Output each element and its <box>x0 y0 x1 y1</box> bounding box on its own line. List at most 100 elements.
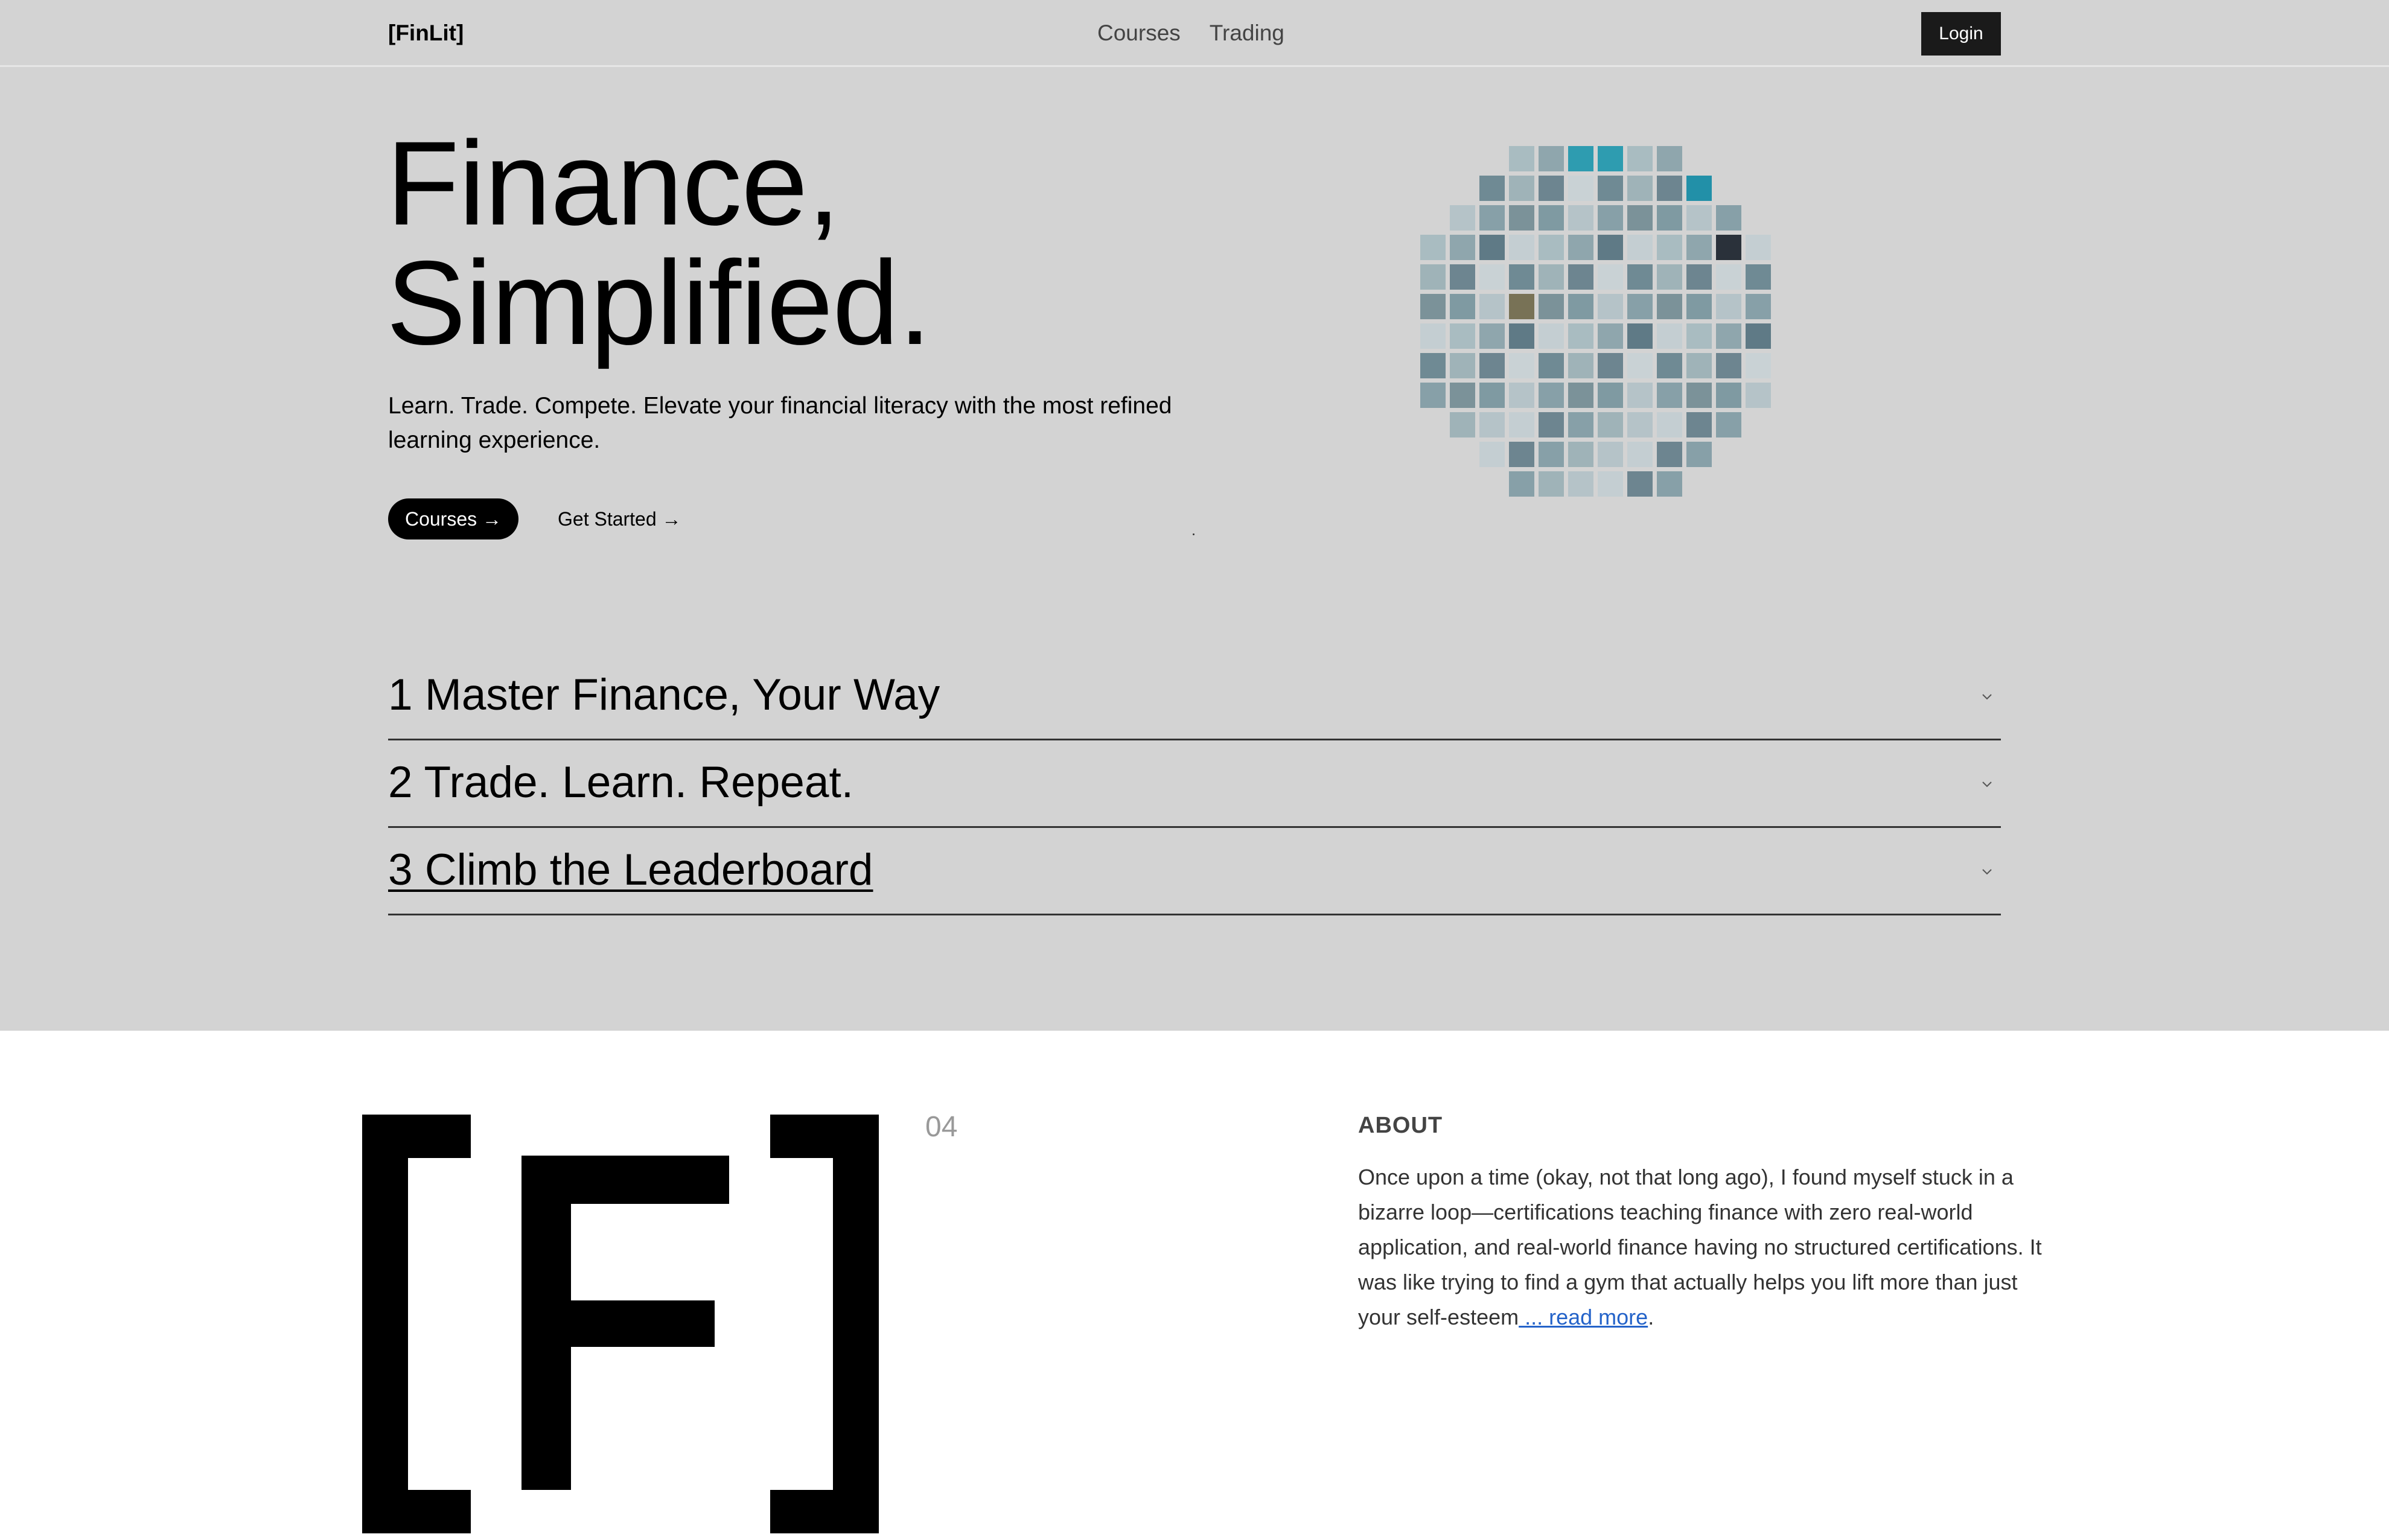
chevron-down-icon <box>1982 694 1992 700</box>
about-heading: ABOUT <box>1358 1113 1443 1138</box>
accordion-item-leaderboard[interactable]: 3 Climb the Leaderboard <box>388 830 2001 915</box>
globe-pixel <box>1598 442 1623 467</box>
globe-pixel <box>1746 264 1771 290</box>
globe-pixel <box>1598 323 1623 349</box>
read-more-link[interactable]: ... read more <box>1519 1305 1648 1329</box>
globe-pixel <box>1657 205 1682 231</box>
globe-pixel <box>1627 294 1653 319</box>
globe-pixel <box>1450 235 1475 260</box>
globe-pixel <box>1420 383 1446 408</box>
globe-pixel <box>1450 353 1475 378</box>
globe-pixel <box>1568 412 1593 438</box>
globe-pixel <box>1686 323 1712 349</box>
chevron-down-icon <box>1982 781 1992 788</box>
decorative-dot <box>1193 533 1194 535</box>
globe-pixel <box>1598 146 1623 171</box>
brand-logo[interactable]: [FinLit] <box>388 21 464 46</box>
accordion-item-trade-learn[interactable]: 2 Trade. Learn. Repeat. <box>388 742 2001 828</box>
hero-section: [FinLit] Courses Trading Login Finance, … <box>0 0 2389 1031</box>
accordion-item-master-finance[interactable]: 1 Master Finance, Your Way <box>388 655 2001 740</box>
globe-pixel <box>1450 323 1475 349</box>
globe-pixel <box>1716 412 1741 438</box>
globe-pixel <box>1686 353 1712 378</box>
globe-pixel <box>1539 235 1564 260</box>
letter-f-shape <box>521 1156 729 1490</box>
globe-pixel <box>1420 264 1446 290</box>
left-bracket-shape <box>362 1115 471 1533</box>
globe-pixel <box>1627 146 1653 171</box>
globe-pixel <box>1627 412 1653 438</box>
globe-pixel <box>1479 323 1505 349</box>
globe-pixel <box>1686 412 1712 438</box>
about-body: Once upon a time (okay, not that long ag… <box>1358 1165 2042 1329</box>
hero-title: Finance, Simplified. <box>386 124 1231 363</box>
globe-pixel <box>1716 294 1741 319</box>
globe-pixel <box>1479 264 1505 290</box>
hero-title-line-2: Simplified. <box>386 236 931 369</box>
accordion-item-label: 1 Master Finance, Your Way <box>388 670 940 719</box>
nav-courses[interactable]: Courses <box>1097 21 1181 46</box>
globe-pixel <box>1568 264 1593 290</box>
globe-pixel <box>1420 353 1446 378</box>
globe-pixel <box>1479 412 1505 438</box>
section-number: 04 <box>925 1111 958 1143</box>
globe-pixel <box>1716 353 1741 378</box>
globe-pixel <box>1657 323 1682 349</box>
globe-pixel <box>1509 176 1534 201</box>
globe-pixel <box>1479 442 1505 467</box>
globe-pixel <box>1420 235 1446 260</box>
globe-pixel <box>1479 176 1505 201</box>
globe-pixel <box>1568 235 1593 260</box>
right-bracket-shape <box>770 1115 879 1533</box>
pixel-globe-graphic <box>1420 146 1776 502</box>
globe-pixel <box>1598 176 1623 201</box>
globe-pixel <box>1716 264 1741 290</box>
globe-pixel <box>1716 383 1741 408</box>
globe-pixel <box>1509 412 1534 438</box>
nav-trading[interactable]: Trading <box>1210 21 1284 46</box>
globe-pixel <box>1627 205 1653 231</box>
globe-pixel <box>1539 146 1564 171</box>
globe-pixel <box>1598 235 1623 260</box>
globe-pixel <box>1627 176 1653 201</box>
globe-pixel <box>1657 471 1682 497</box>
globe-pixel <box>1657 264 1682 290</box>
globe-pixel <box>1539 264 1564 290</box>
globe-pixel <box>1598 294 1623 319</box>
globe-pixel <box>1539 471 1564 497</box>
globe-pixel <box>1539 353 1564 378</box>
globe-pixel <box>1686 294 1712 319</box>
globe-pixel <box>1479 353 1505 378</box>
globe-pixel <box>1598 205 1623 231</box>
hero-title-line-1: Finance, <box>386 116 840 250</box>
login-button[interactable]: Login <box>1921 12 2001 56</box>
globe-pixel <box>1627 264 1653 290</box>
globe-pixel <box>1539 176 1564 201</box>
chevron-down-icon <box>1982 869 1992 875</box>
globe-pixel <box>1509 235 1534 260</box>
globe-pixel <box>1479 383 1505 408</box>
globe-pixel <box>1509 294 1534 319</box>
globe-pixel <box>1746 323 1771 349</box>
globe-pixel <box>1686 264 1712 290</box>
globe-pixel <box>1657 294 1682 319</box>
globe-pixel <box>1479 235 1505 260</box>
globe-pixel <box>1627 471 1653 497</box>
globe-pixel <box>1539 205 1564 231</box>
globe-pixel <box>1450 383 1475 408</box>
globe-pixel <box>1657 146 1682 171</box>
main-nav: Courses Trading <box>1097 21 1284 46</box>
courses-button[interactable]: Courses → <box>388 498 518 539</box>
get-started-button[interactable]: Get Started → <box>558 508 681 530</box>
globe-pixel <box>1539 294 1564 319</box>
globe-pixel <box>1568 176 1593 201</box>
about-trailing: . <box>1648 1305 1654 1329</box>
globe-pixel <box>1598 353 1623 378</box>
globe-pixel <box>1509 442 1534 467</box>
globe-pixel <box>1746 383 1771 408</box>
globe-pixel <box>1657 235 1682 260</box>
globe-pixel <box>1509 205 1534 231</box>
globe-pixel <box>1686 205 1712 231</box>
globe-pixel <box>1627 323 1653 349</box>
globe-pixel <box>1539 442 1564 467</box>
